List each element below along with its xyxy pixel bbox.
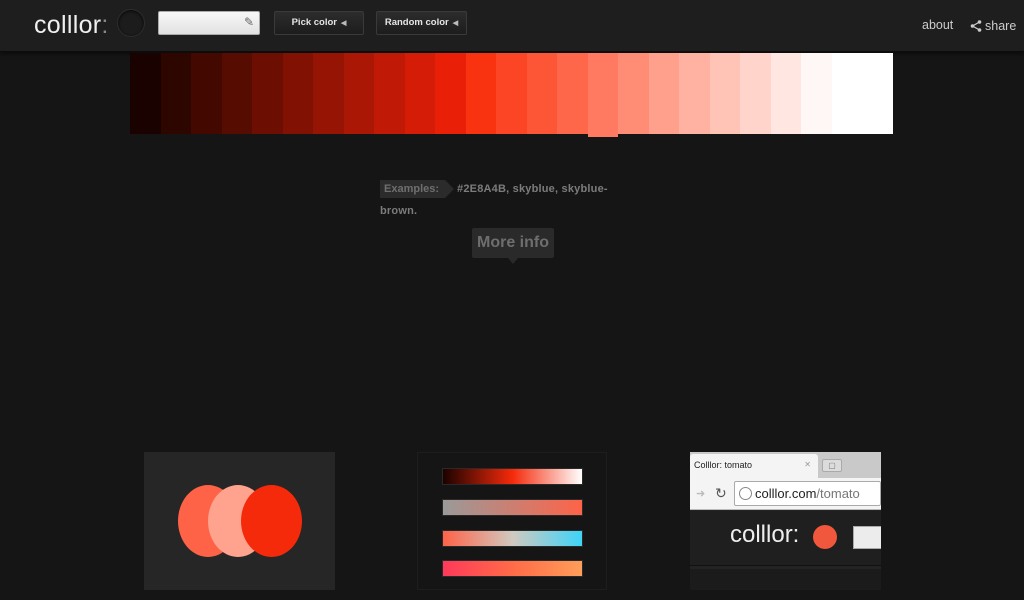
feature-panel-url[interactable]: Colllor: tomato ✕ ▢ ➜ ↻ colllor.com/tomat… bbox=[690, 452, 881, 590]
url-path: /tomato bbox=[816, 486, 860, 501]
new-tab-icon: ▢ bbox=[822, 459, 842, 472]
browser-toolbar: ➜ ↻ colllor.com/tomato bbox=[690, 478, 881, 510]
color-swatch[interactable] bbox=[130, 53, 161, 134]
color-swatch[interactable] bbox=[374, 53, 405, 134]
color-swatch[interactable] bbox=[404, 53, 436, 134]
globe-icon bbox=[739, 487, 752, 500]
preview-strip bbox=[690, 569, 881, 590]
examples-label: Examples: bbox=[380, 180, 455, 198]
random-color-button[interactable]: Random color ◀ bbox=[376, 11, 467, 35]
color-swatch[interactable] bbox=[587, 53, 619, 137]
close-icon: ✕ bbox=[804, 460, 811, 469]
color-swatch[interactable] bbox=[191, 53, 222, 134]
more-info-button[interactable]: More info bbox=[472, 228, 554, 264]
color-swatch[interactable] bbox=[343, 53, 375, 134]
color-swatch[interactable] bbox=[282, 53, 314, 134]
color-swatch[interactable] bbox=[252, 53, 283, 134]
feature-panel-harmonies[interactable] bbox=[144, 452, 335, 590]
top-bar: colllor: ✎ Pick color ◀ Random color ◀ abo… bbox=[0, 0, 1024, 52]
color-swatch[interactable] bbox=[221, 53, 253, 134]
color-swatch[interactable] bbox=[496, 53, 527, 134]
gradient-bar bbox=[442, 560, 583, 577]
reload-icon: ↻ bbox=[715, 485, 727, 501]
color-swatch[interactable] bbox=[435, 53, 466, 134]
current-color-swatch bbox=[117, 9, 145, 37]
share-icon bbox=[970, 20, 982, 32]
logo-colon: : bbox=[101, 11, 109, 39]
preview-swatch bbox=[813, 525, 837, 549]
color-input[interactable]: ✎ bbox=[158, 11, 260, 35]
logo[interactable]: colllor: bbox=[34, 11, 109, 40]
color-circle bbox=[241, 485, 302, 557]
pick-color-button[interactable]: Pick color ◀ bbox=[274, 11, 364, 35]
gradient-bar bbox=[442, 530, 583, 547]
address-bar: colllor.com/tomato bbox=[734, 481, 881, 506]
color-gradient-strip bbox=[130, 53, 893, 137]
feature-panel-gradients[interactable] bbox=[417, 452, 607, 590]
chevron-left-icon: ◀ bbox=[341, 20, 347, 27]
examples-block: Examples: #2E8A4B, skyblue, skyblue- brow… bbox=[380, 178, 620, 222]
examples-line-1[interactable]: #2E8A4B, skyblue, skyblue- bbox=[457, 183, 608, 195]
color-swatch[interactable] bbox=[160, 53, 192, 134]
eyedropper-icon[interactable]: ✎ bbox=[244, 15, 254, 29]
color-swatch[interactable] bbox=[465, 53, 497, 134]
preview-header: colllor: bbox=[690, 511, 881, 566]
examples-line-2[interactable]: brown. bbox=[380, 205, 417, 217]
random-color-label: Random color bbox=[384, 17, 449, 28]
color-swatch[interactable] bbox=[679, 53, 710, 134]
color-swatch[interactable] bbox=[648, 53, 680, 134]
color-swatch[interactable] bbox=[526, 53, 558, 134]
forward-arrow-icon: ➜ bbox=[696, 488, 706, 500]
color-swatch[interactable] bbox=[831, 53, 863, 134]
color-swatch[interactable] bbox=[709, 53, 741, 134]
nav-about-link[interactable]: about bbox=[922, 18, 953, 32]
chevron-left-icon: ◀ bbox=[452, 20, 459, 27]
pick-color-label: Pick color bbox=[291, 17, 338, 28]
color-swatch[interactable] bbox=[801, 53, 832, 134]
color-swatch[interactable] bbox=[557, 53, 588, 134]
nav-share-link[interactable]: share bbox=[970, 18, 1016, 33]
color-swatch[interactable] bbox=[770, 53, 802, 134]
preview-logo: colllor: bbox=[730, 521, 800, 548]
color-swatch[interactable] bbox=[313, 53, 344, 134]
color-swatch[interactable] bbox=[740, 53, 771, 134]
gradient-bar bbox=[442, 499, 583, 516]
browser-tabstrip: Colllor: tomato ✕ ▢ bbox=[690, 452, 881, 478]
share-label: share bbox=[985, 19, 1017, 33]
gradient-bar bbox=[442, 468, 583, 485]
preview-input bbox=[853, 526, 881, 549]
logo-text: colllor bbox=[34, 11, 102, 39]
color-swatch[interactable] bbox=[862, 53, 893, 134]
color-swatch[interactable] bbox=[618, 53, 649, 134]
browser-tab: Colllor: tomato ✕ bbox=[690, 454, 818, 478]
browser-tab-title: Colllor: tomato bbox=[694, 460, 753, 470]
url-host: colllor.com bbox=[755, 486, 817, 501]
